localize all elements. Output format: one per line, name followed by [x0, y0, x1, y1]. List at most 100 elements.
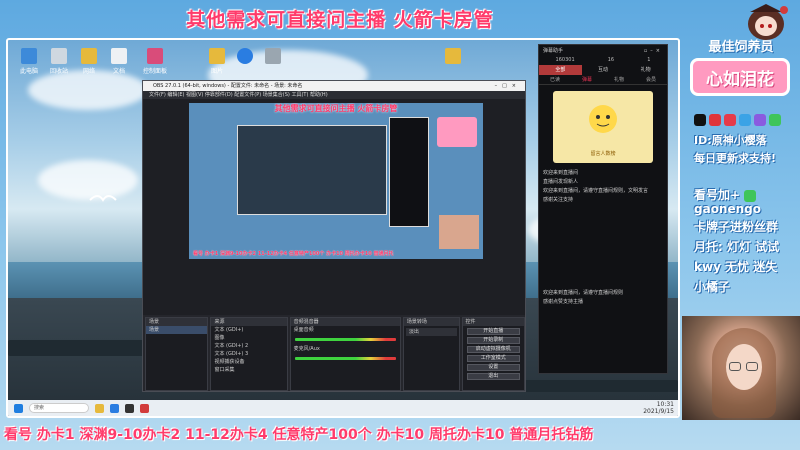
preview-ticker: 看号 办卡1 深渊9-10办卡2 11-12办卡4 任意特产100个 办卡10 …	[193, 251, 394, 257]
desktop-app-icon[interactable]	[230, 48, 260, 66]
tab-all[interactable]: 全部	[539, 65, 582, 75]
webcam-feed	[682, 316, 800, 420]
clock-date: 2021/9/15	[643, 408, 674, 415]
desktop-icon-documents[interactable]: 文档	[104, 48, 134, 75]
source-item[interactable]: 图像	[211, 334, 286, 342]
chat-window[interactable]: 弹幕助手 ▫–× 160301 16 1 全部 互动 礼物 已读 弹幕 礼物 会…	[538, 44, 668, 374]
subtab[interactable]: 会员	[646, 75, 656, 84]
nested-badge	[437, 117, 477, 147]
panel-title: 音频混音器	[290, 318, 400, 326]
chat-subtabs: 已读 弹幕 礼物 会员	[539, 75, 667, 85]
file-explorer-icon[interactable]	[95, 403, 104, 413]
folder-icon	[209, 48, 225, 64]
browser-icon[interactable]	[110, 403, 119, 413]
mascot-icon	[589, 105, 617, 133]
settings-button[interactable]: 设置	[466, 364, 520, 371]
wechat-line: 看号加+	[694, 186, 757, 203]
start-streaming-button[interactable]: 开始直播	[466, 328, 520, 335]
window-controls-icon[interactable]: ▫–×	[644, 45, 667, 57]
desktop-icon-label: 网络	[82, 68, 95, 75]
source-item[interactable]: 文本 (GDI+) 2	[211, 342, 286, 350]
nested-camera	[439, 215, 479, 249]
obs-menu-bar[interactable]: 文件(F) 编辑(E) 视图(V) 停靠部件(D) 配置文件(P) 场景集合(S…	[143, 91, 525, 99]
desktop-icon-control-panel[interactable]: 控制面板	[140, 48, 170, 75]
virtual-camera-button[interactable]: 启动虚拟摄像机	[466, 346, 520, 353]
controls-panel[interactable]: 控件 开始直播 开始录制 启动虚拟摄像机 工作室模式 设置 退出	[461, 317, 525, 391]
nested-chat	[389, 117, 429, 227]
bilibili-icon	[739, 114, 751, 126]
rank-card: 留言人数榜	[553, 91, 653, 163]
stat-value: 16	[607, 57, 615, 63]
panel-title: 场景转场	[403, 318, 459, 326]
obs-title: OBS 27.0.1 (64-bit, windows) - 配置文件: 未命名…	[153, 83, 303, 89]
subtab[interactable]: 已读	[550, 75, 560, 84]
mixer-panel[interactable]: 音频混音器 桌面音频 麦克风/Aux	[289, 317, 401, 391]
folder-icon	[81, 48, 97, 64]
tab-interact[interactable]: 互动	[582, 65, 625, 75]
obs-docks: 场景 场景 来源 文本 (GDI+) 图像 文本 (GDI+) 2 文本 (GD…	[143, 315, 525, 391]
taskbar-search[interactable]: 搜索	[29, 403, 89, 413]
nested-preview	[237, 125, 387, 215]
chat-message: 感谢关注支持	[543, 197, 574, 203]
stat-value: 160301	[555, 57, 575, 63]
source-item[interactable]: 文本 (GDI+)	[211, 326, 286, 334]
chat-tabs: 全部 互动 礼物	[539, 65, 667, 75]
desktop-icon-pictures[interactable]: 图片	[202, 48, 232, 75]
douyin-icon	[694, 114, 706, 126]
chat-message: 欢迎来到直播间	[543, 170, 579, 176]
app-icon[interactable]	[140, 403, 149, 413]
wechat-prefix: 看号加+	[694, 188, 741, 202]
desktop-icon-label: 此电脑	[19, 68, 38, 75]
mixer-channel-label: 桌面音频	[293, 327, 314, 333]
app-icon	[147, 48, 163, 64]
sources-panel[interactable]: 来源 文本 (GDI+) 图像 文本 (GDI+) 2 文本 (GDI+) 3 …	[210, 317, 288, 391]
source-item[interactable]: 窗口采集	[211, 366, 286, 374]
transitions-panel[interactable]: 场景转场 淡出	[402, 317, 460, 391]
studio-mode-button[interactable]: 工作室模式	[466, 355, 520, 362]
obs-window[interactable]: OBS 27.0.1 (64-bit, windows) - 配置文件: 未命名…	[142, 80, 526, 392]
video-play-icon	[724, 114, 736, 126]
panel-title: 场景	[146, 318, 208, 326]
chat-message: 直播间发现新人	[543, 179, 579, 185]
scenes-panel[interactable]: 场景 场景	[145, 317, 209, 391]
update-notice: 每日更新求支持!	[694, 152, 777, 165]
chat-message: 感谢点赞支持主播	[543, 299, 584, 305]
desktop-icon-recycle[interactable]: 回收站	[44, 48, 74, 75]
audio-meter	[294, 357, 396, 360]
taskbar-clock[interactable]: 10:31 2021/9/15	[643, 401, 678, 415]
desktop-app-icon[interactable]	[258, 48, 288, 66]
desktop-icon-label: 图片	[210, 68, 223, 75]
subtab[interactable]: 礼物	[614, 75, 624, 84]
desktop-app-icon[interactable]	[438, 48, 468, 66]
chat-stats: 160301 16 1	[539, 57, 667, 65]
weibo-icon	[709, 114, 721, 126]
kuaishou-icon	[754, 114, 766, 126]
monthly-list-3: 小橘子	[694, 280, 731, 294]
tab-gifts[interactable]: 礼物	[624, 65, 667, 75]
transition-select[interactable]: 淡出	[405, 328, 457, 336]
exit-button[interactable]: 退出	[466, 373, 520, 380]
windows-start-icon[interactable]	[14, 403, 23, 413]
source-item[interactable]: 文本 (GDI+) 3	[211, 350, 286, 358]
bottom-banner: 看号 办卡1 深渊9-10办卡2 11-12办卡4 任意特产100个 办卡10 …	[4, 427, 594, 443]
obs-icon[interactable]	[125, 403, 134, 413]
top-banner: 其他需求可直接问主播 火箭卡房管	[186, 8, 494, 31]
browser-icon	[237, 48, 253, 64]
source-item[interactable]: 视频捕获设备	[211, 358, 286, 366]
desktop-capture: 此电脑 回收站 网络 文档 控制面板 图片 OBS 27.0.1 (64-bit…	[6, 38, 680, 418]
desktop-icon-this-pc[interactable]: 此电脑	[14, 48, 44, 75]
desktop-icon-label: 文档	[112, 68, 125, 75]
chat-titlebar[interactable]: 弹幕助手 ▫–×	[539, 45, 667, 57]
folder-icon	[445, 48, 461, 64]
clock-time: 10:31	[656, 401, 674, 408]
window-controls-icon[interactable]: –□×	[495, 81, 525, 91]
panel-title: 控件	[462, 318, 524, 326]
chat-message: 欢迎来到直播间，请遵守直播间规则，文明发言	[543, 188, 649, 194]
obs-titlebar[interactable]: OBS 27.0.1 (64-bit, windows) - 配置文件: 未命名…	[143, 81, 525, 91]
start-recording-button[interactable]: 开始录制	[466, 337, 520, 344]
wechat-id: gaonengo	[694, 202, 761, 216]
desktop-icon-network[interactable]: 网络	[74, 48, 104, 75]
streamer-name-badge: 心如泪花	[690, 58, 790, 96]
subtab[interactable]: 弹幕	[582, 75, 592, 84]
scene-item[interactable]: 场景	[146, 326, 208, 334]
